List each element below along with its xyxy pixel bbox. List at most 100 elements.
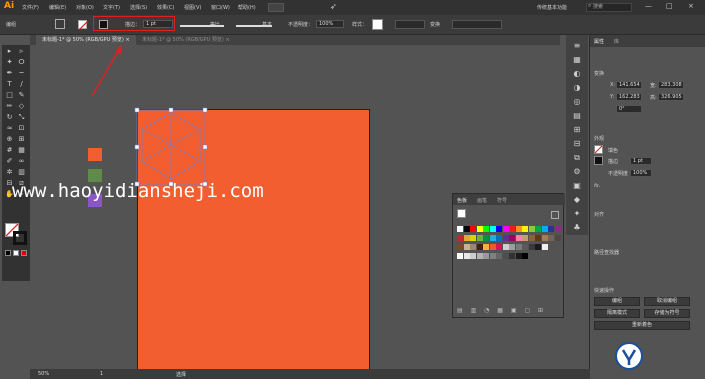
stroke-swatch-panel[interactable] (594, 156, 603, 165)
artboard-number[interactable]: 1 (100, 371, 103, 377)
align-icon[interactable]: ▣ (571, 181, 583, 190)
blend-icon[interactable]: ∞ (17, 157, 26, 166)
maximize-button[interactable]: □ (666, 2, 673, 10)
perspective-icon[interactable]: ⊞ (17, 135, 26, 144)
color-swatch[interactable] (554, 226, 561, 232)
color-swatch[interactable] (522, 235, 528, 241)
graphic-styles-icon[interactable]: ⧉ (571, 153, 583, 163)
menu-select[interactable]: 选择(S) (130, 4, 147, 11)
tab-close-icon[interactable]: × (125, 37, 129, 43)
menu-view[interactable]: 视图(V) (184, 4, 201, 11)
rotate-icon[interactable]: ↻ (5, 113, 14, 122)
appearance-icon[interactable]: ◎ (571, 97, 583, 106)
menu-edit[interactable]: 编辑(E) (49, 4, 66, 11)
brushes-icon[interactable]: ⊞ (571, 125, 583, 134)
paintbrush-icon[interactable]: ✎ (17, 91, 26, 100)
workspace-switcher[interactable]: 传统基本功能 (537, 4, 567, 11)
color-swatch[interactable] (463, 235, 470, 241)
color-swatch[interactable] (483, 235, 489, 241)
symbols-club-icon[interactable]: ♣ (571, 223, 583, 232)
w-field[interactable]: 283.308 (658, 81, 684, 89)
rectangle-icon[interactable]: □ (5, 91, 14, 100)
color-swatch[interactable] (509, 226, 515, 232)
color-swatch[interactable] (489, 235, 496, 241)
color-swatch[interactable] (476, 244, 483, 250)
color-swatch[interactable] (528, 226, 535, 232)
save-as-symbol-button[interactable]: 存储为符号 (644, 309, 690, 318)
draw-mode-normal-icon[interactable] (5, 250, 11, 256)
curvature-icon[interactable]: ~ (17, 69, 26, 78)
color-swatch[interactable] (509, 253, 515, 259)
color-swatch[interactable] (470, 253, 476, 259)
arrange-options[interactable] (452, 20, 502, 29)
color-swatch[interactable] (522, 244, 528, 250)
color-swatch[interactable] (535, 235, 541, 241)
fill-swatch[interactable] (78, 20, 88, 30)
tab-symbols[interactable]: 符号 (497, 197, 507, 204)
color-swatch[interactable] (476, 253, 483, 259)
pencil-icon[interactable]: ✏ (5, 102, 14, 111)
eyedropper-icon[interactable]: ✐ (5, 157, 14, 166)
color-swatch[interactable] (463, 244, 470, 250)
swatches-icon[interactable]: ▤ (571, 111, 583, 120)
tab-libraries[interactable]: 库 (614, 38, 619, 45)
menu-effect[interactable]: 效果(C) (157, 4, 174, 11)
color-swatch[interactable] (470, 235, 476, 241)
color-swatch[interactable] (483, 253, 489, 259)
color-swatch[interactable] (463, 253, 470, 259)
color-swatch[interactable] (548, 226, 554, 232)
color-swatch[interactable] (528, 235, 535, 241)
color-swatch[interactable] (528, 244, 535, 250)
opacity-panel-field[interactable]: 100% (630, 169, 652, 177)
swatches-fill-preview[interactable] (457, 209, 466, 218)
color-swatch[interactable] (496, 244, 502, 250)
isolation-icon[interactable] (55, 19, 65, 29)
properties-icon[interactable]: ≡ (571, 41, 583, 50)
h-field[interactable]: 326.905 (658, 93, 684, 101)
color-mode-icon[interactable] (13, 250, 19, 256)
bridge-button[interactable] (268, 3, 284, 12)
width-icon[interactable]: ≈ (5, 124, 14, 133)
color-swatch[interactable] (554, 235, 561, 241)
transform-label[interactable]: 变换 (430, 21, 440, 28)
color-swatch[interactable] (509, 244, 515, 250)
transparency-icon[interactable]: ✦ (571, 209, 583, 218)
menu-file[interactable]: 文件(F) (22, 4, 39, 11)
pen-icon[interactable]: ✒ (5, 69, 14, 78)
menu-help[interactable]: 帮助(H) (238, 4, 256, 11)
color-swatch[interactable] (496, 253, 502, 259)
color-swatch[interactable] (522, 253, 528, 259)
opacity-field[interactable]: 100% (316, 20, 344, 28)
color-swatch[interactable] (457, 226, 463, 232)
color-swatch[interactable] (476, 235, 483, 241)
color-swatch[interactable] (535, 244, 541, 250)
x-field[interactable]: 141.654 (616, 81, 642, 89)
type-icon[interactable]: T (5, 80, 14, 89)
color-swatch[interactable] (522, 226, 528, 232)
angle-field[interactable]: 0° (616, 105, 642, 113)
color-swatch[interactable] (515, 253, 522, 259)
color-swatch[interactable] (457, 253, 463, 259)
color-swatch[interactable] (502, 253, 509, 259)
color-swatch[interactable] (541, 235, 548, 241)
color-guide-icon[interactable]: ◑ (571, 83, 583, 92)
color-swatch[interactable] (476, 226, 483, 232)
close-button[interactable]: × (688, 2, 694, 10)
color-swatch[interactable] (496, 235, 502, 241)
pathfinder-icon[interactable]: ◆ (571, 195, 583, 204)
color-swatch[interactable] (489, 253, 496, 259)
color-swatch[interactable] (457, 244, 463, 250)
tab-brushes[interactable]: 画笔 (477, 197, 487, 204)
line-icon[interactable]: / (17, 80, 26, 89)
color-swatch[interactable] (496, 226, 502, 232)
tab-swatches[interactable]: 色板 (457, 197, 467, 204)
tab-properties[interactable]: 属性 (594, 38, 604, 45)
color-swatch[interactable] (541, 244, 548, 250)
color-swatch[interactable] (470, 226, 476, 232)
y-field[interactable]: 162.283 (616, 93, 642, 101)
color-swatch[interactable] (515, 244, 522, 250)
minimize-button[interactable]: — (645, 2, 652, 10)
color-swatch[interactable] (470, 244, 476, 250)
orange-square[interactable] (88, 148, 102, 161)
stroke-weight-panel-field[interactable]: 1 pt (630, 157, 652, 165)
